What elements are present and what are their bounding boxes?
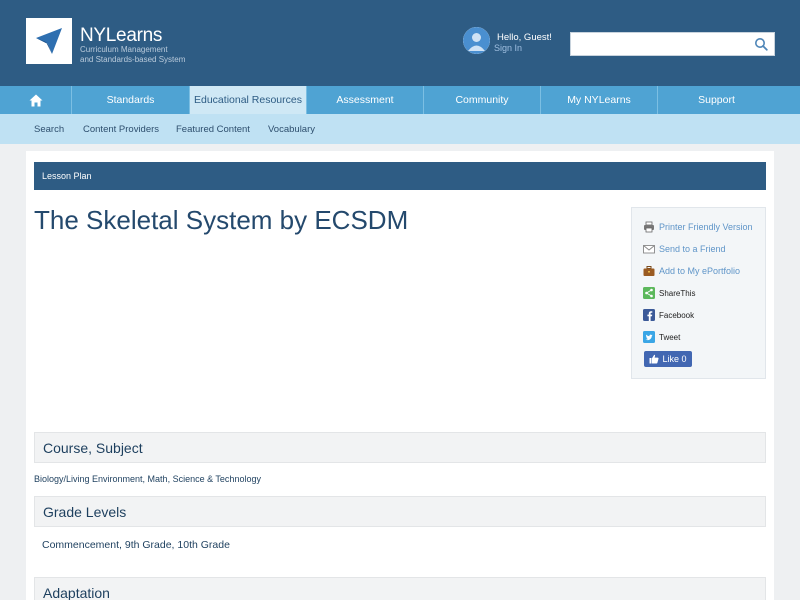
sub-nav: Search Content Providers Featured Conten… (0, 114, 800, 144)
main-nav: Standards Educational Resources Assessme… (0, 86, 800, 114)
search-icon[interactable] (754, 37, 768, 51)
brand-name: NYLearns (80, 25, 163, 46)
grade-levels-heading: Grade Levels (34, 496, 766, 527)
grade-levels-value: Commencement, 9th Grade, 10th Grade (42, 539, 230, 551)
nav-support[interactable]: Support (658, 86, 775, 114)
search-input[interactable] (571, 33, 746, 55)
brand-tagline: Curriculum Management and Standards-base… (80, 45, 220, 65)
tweet-row[interactable]: Tweet (643, 331, 680, 343)
nav-community[interactable]: Community (424, 86, 541, 114)
home-icon (29, 94, 42, 106)
adaptation-heading: Adaptation (34, 577, 766, 600)
send-to-friend-link[interactable]: Send to a Friend (659, 244, 726, 254)
add-to-eportfolio-link[interactable]: Add to My ePortfolio (659, 266, 740, 276)
site-search (570, 32, 775, 56)
subnav-featured-content[interactable]: Featured Content (176, 124, 250, 135)
facebook-row[interactable]: Facebook (643, 309, 694, 321)
resource-type-bar: Lesson Plan (34, 162, 766, 190)
greeting-text: Hello, Guest! (497, 32, 552, 43)
course-subject-value: Biology/Living Environment, Math, Scienc… (34, 474, 261, 484)
thumbs-up-icon (649, 354, 660, 364)
logo-arrow-icon (36, 28, 62, 54)
facebook-icon (643, 309, 655, 321)
tweet-link[interactable]: Tweet (659, 333, 680, 342)
briefcase-icon (643, 266, 655, 276)
tagline-line-1: Curriculum Management (80, 45, 168, 54)
printer-friendly-link[interactable]: Printer Friendly Version (659, 222, 753, 232)
nylearns-logo[interactable] (26, 18, 72, 64)
subnav-content-providers[interactable]: Content Providers (83, 124, 159, 135)
user-avatar-icon (463, 27, 490, 54)
nav-standards[interactable]: Standards (72, 86, 190, 114)
course-subject-heading: Course, Subject (34, 432, 766, 463)
content-panel: Lesson Plan The Skeletal System by ECSDM… (26, 151, 774, 600)
facebook-like-button[interactable]: Like 0 (644, 351, 692, 367)
share-panel: Printer Friendly Version Send to a Frien… (631, 207, 766, 379)
page-title: The Skeletal System by ECSDM (34, 205, 409, 235)
printer-friendly-row[interactable]: Printer Friendly Version (643, 221, 753, 233)
like-count: Like 0 (662, 354, 687, 364)
nav-my-nylearns[interactable]: My NYLearns (541, 86, 658, 114)
site-header: NYLearns Curriculum Management and Stand… (0, 0, 800, 86)
tagline-line-2: and Standards-based System (80, 55, 186, 64)
sharethis-link[interactable]: ShareThis (659, 289, 695, 298)
nav-educational-resources[interactable]: Educational Resources (190, 86, 307, 114)
subnav-search[interactable]: Search (34, 124, 64, 135)
add-to-eportfolio-row[interactable]: Add to My ePortfolio (643, 265, 740, 277)
facebook-link[interactable]: Facebook (659, 311, 694, 320)
printer-icon (644, 221, 654, 233)
sharethis-icon (643, 287, 655, 299)
subnav-vocabulary[interactable]: Vocabulary (268, 124, 315, 135)
envelope-icon (643, 245, 655, 254)
sign-in-link[interactable]: Sign In (494, 43, 522, 53)
send-to-friend-row[interactable]: Send to a Friend (643, 243, 726, 255)
twitter-icon (643, 331, 655, 343)
guest-avatar (463, 27, 490, 54)
nav-assessment[interactable]: Assessment (307, 86, 424, 114)
nav-home[interactable] (0, 86, 72, 114)
sharethis-row[interactable]: ShareThis (643, 287, 695, 299)
